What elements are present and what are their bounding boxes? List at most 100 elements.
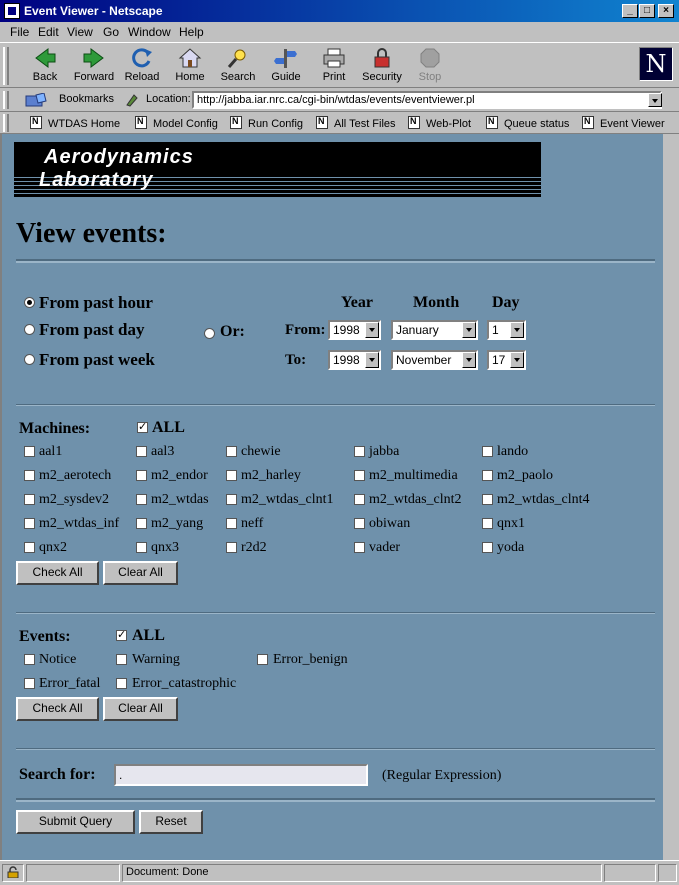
machine-checkbox-qnx2[interactable] [24,542,35,553]
events-clear-all-button[interactable]: Clear All [103,697,178,721]
menu-view[interactable]: View [67,25,93,39]
event-warning-checkbox[interactable] [116,654,127,665]
event-error-catastrophic-checkbox[interactable] [116,678,127,689]
toolbar-grip[interactable] [3,47,9,85]
machine-checkbox-m2-wtdas-clnt1[interactable] [226,494,237,505]
machine-checkbox-lando[interactable] [482,446,493,457]
select-value: January [396,323,439,337]
events-all-checkbox[interactable] [116,628,127,641]
netscape-n-icon[interactable]: N [639,47,673,81]
link-web-plot[interactable]: Web-Plot [408,116,471,130]
home-button[interactable]: Home [165,47,215,87]
link-queue-status[interactable]: Queue status [486,116,569,130]
machine-checkbox-aal1[interactable] [24,446,35,457]
machine-checkbox-aal3[interactable] [136,446,147,457]
url-history-dropdown[interactable] [648,93,662,107]
menu-help[interactable]: Help [179,25,204,39]
machine-checkbox-yoda[interactable] [482,542,493,553]
machines-clear-all-button[interactable]: Clear All [103,561,178,585]
machine-checkbox-m2-yang[interactable] [136,518,147,529]
location-url-input[interactable]: http://jabba.iar.nrc.ca/cgi-bin/wtdas/ev… [192,91,662,109]
machine-checkbox-m2-wtdas-clnt2[interactable] [354,494,365,505]
radio-past-week[interactable] [24,354,35,365]
machines-all-checkbox[interactable] [137,420,148,433]
machine-checkbox-m2-aerotech[interactable] [24,470,35,481]
select-value: November [396,353,452,367]
menu-go[interactable]: Go [103,25,119,39]
select-value: 1 [492,323,499,337]
from-day-select[interactable]: 1 [487,320,526,340]
machine-label: chewie [241,444,281,459]
link-all-test-files[interactable]: All Test Files [316,116,396,130]
machine-checkbox-m2-wtdas-clnt4[interactable] [482,494,493,505]
radio-or-range[interactable] [204,328,215,339]
link-event-viewer[interactable]: Event Viewer [582,116,665,130]
link-wtdas-home[interactable]: WTDAS Home [30,116,120,130]
guide-button[interactable]: Guide [261,47,311,87]
submit-query-button[interactable]: Submit Query [16,810,135,834]
search-hint: (Regular Expression) [382,768,502,783]
machine-checkbox-m2-multimedia[interactable] [354,470,365,481]
machine-checkbox-r2d2[interactable] [226,542,237,553]
machine-checkbox-m2-wtdas[interactable] [136,494,147,505]
maximize-button[interactable]: □ [639,4,655,18]
personal-grip[interactable] [3,114,9,132]
status-text: Document: Done [122,864,602,882]
to-day-select[interactable]: 17 [487,350,526,370]
netscape-window-icon[interactable] [4,3,20,19]
forward-button[interactable]: Forward [69,47,119,87]
status-bar: Document: Done [0,860,679,885]
event-error-fatal-checkbox[interactable] [24,678,35,689]
machine-checkbox-vader[interactable] [354,542,365,553]
machine-checkbox-qnx1[interactable] [482,518,493,529]
stop-button[interactable]: Stop [405,47,455,87]
machines-check-all-button[interactable]: Check All [16,561,99,585]
menu-window[interactable]: Window [128,25,171,39]
to-year-select[interactable]: 1998 [328,350,381,370]
resize-grip[interactable] [658,864,677,882]
machine-checkbox-m2-paolo[interactable] [482,470,493,481]
close-button[interactable]: × [658,4,674,18]
menu-file[interactable]: File [10,25,29,39]
machines-label: Machines: [19,420,91,437]
location-icon[interactable] [124,93,140,110]
machine-label: aal1 [39,444,63,459]
to-month-select[interactable]: November [391,350,478,370]
menu-edit[interactable]: Edit [38,25,59,39]
minimize-button[interactable]: _ [622,4,638,18]
from-month-select[interactable]: January [391,320,478,340]
divider [16,259,655,263]
location-grip[interactable] [3,91,9,109]
machine-label: neff [241,516,264,531]
reset-button[interactable]: Reset [139,810,203,834]
bookmark-icon[interactable] [24,92,50,110]
machine-checkbox-obiwan[interactable] [354,518,365,529]
machine-checkbox-m2-harley[interactable] [226,470,237,481]
machine-checkbox-neff[interactable] [226,518,237,529]
machine-checkbox-m2-wtdas-inf[interactable] [24,518,35,529]
link-label: WTDAS Home [48,118,121,130]
reload-button[interactable]: Reload [117,47,167,87]
bookmarks-button[interactable]: Bookmarks [59,93,114,105]
print-button[interactable]: Print [309,47,359,87]
machine-checkbox-m2-sysdev2[interactable] [24,494,35,505]
security-button[interactable]: Security [357,47,407,87]
machine-checkbox-jabba[interactable] [354,446,365,457]
events-check-all-button[interactable]: Check All [16,697,99,721]
search-button[interactable]: Search [213,47,263,87]
link-run-config[interactable]: Run Config [230,116,303,130]
event-error-benign-checkbox[interactable] [257,654,268,665]
from-year-select[interactable]: 1998 [328,320,381,340]
event-notice-checkbox[interactable] [24,654,35,665]
link-model-config[interactable]: Model Config [135,116,218,130]
machine-checkbox-chewie[interactable] [226,446,237,457]
radio-past-day[interactable] [24,324,35,335]
machine-checkbox-m2-endor[interactable] [136,470,147,481]
machine-checkbox-qnx3[interactable] [136,542,147,553]
back-arrow-icon [32,47,58,69]
back-button[interactable]: Back [20,47,70,87]
padlock-icon[interactable] [2,864,24,882]
vertical-scrollbar[interactable] [663,134,679,860]
search-input[interactable]: . [114,764,368,786]
radio-past-hour[interactable] [24,297,35,308]
